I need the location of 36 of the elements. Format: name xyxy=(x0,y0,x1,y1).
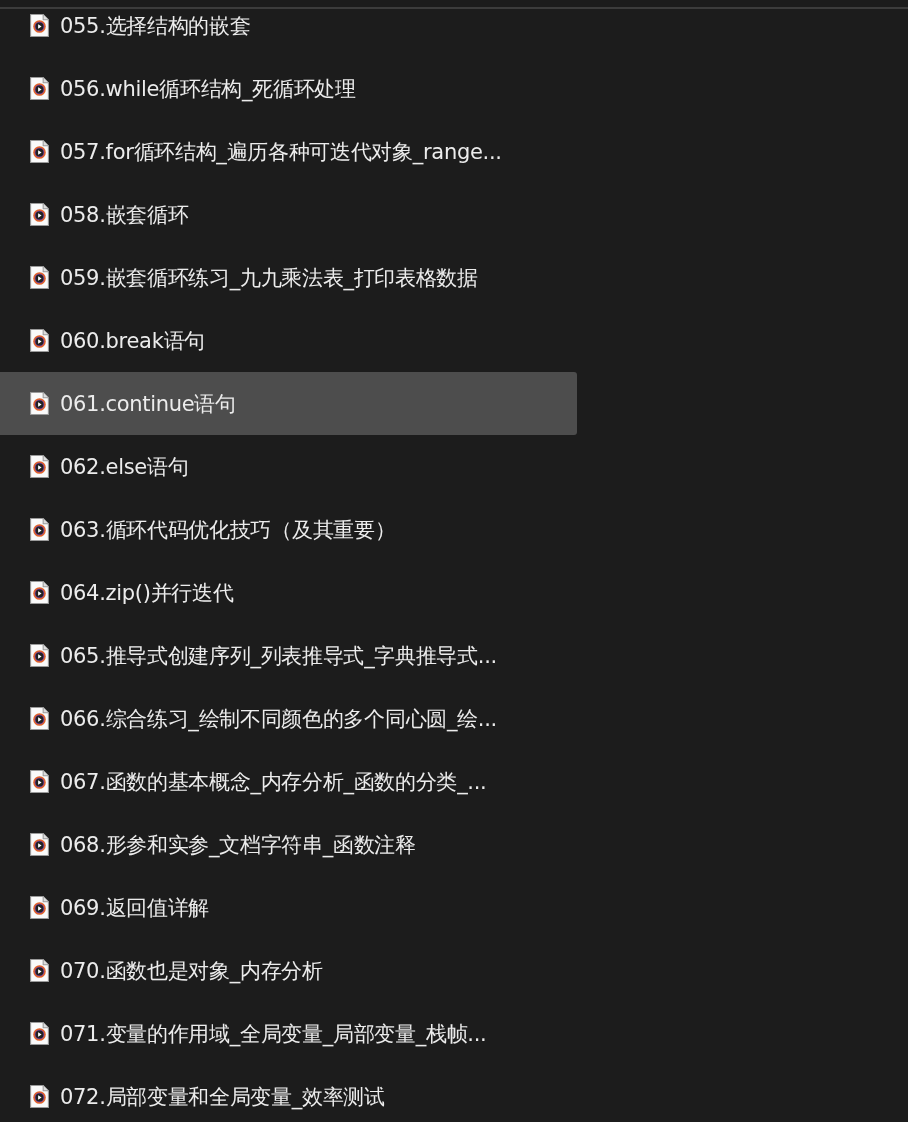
video-file-icon xyxy=(30,329,49,352)
video-file-icon xyxy=(30,140,49,163)
video-file-icon xyxy=(30,77,49,100)
file-item[interactable]: 063.循环代码优化技巧（及其重要） xyxy=(0,498,577,561)
file-item[interactable]: 061.continue语句 xyxy=(0,372,577,435)
video-file-icon xyxy=(30,1085,49,1108)
file-item[interactable]: 071.变量的作用域_全局变量_局部变量_栈帧... xyxy=(0,1002,577,1065)
video-file-icon xyxy=(30,266,49,289)
video-file-icon xyxy=(30,392,49,415)
video-file-icon xyxy=(30,203,49,226)
file-item[interactable]: 058.嵌套循环 xyxy=(0,183,577,246)
video-file-icon xyxy=(30,896,49,919)
file-item[interactable]: 055.选择结构的嵌套 xyxy=(0,0,577,57)
file-item[interactable]: 059.嵌套循环练习_九九乘法表_打印表格数据 xyxy=(0,246,577,309)
video-file-icon xyxy=(30,833,49,856)
file-item[interactable]: 072.局部变量和全局变量_效率测试 xyxy=(0,1065,577,1122)
video-file-icon xyxy=(30,14,49,37)
video-file-icon xyxy=(30,1022,49,1045)
video-file-icon xyxy=(30,644,49,667)
file-item[interactable]: 065.推导式创建序列_列表推导式_字典推导式... xyxy=(0,624,577,687)
file-item[interactable]: 070.函数也是对象_内存分析 xyxy=(0,939,577,1002)
file-item[interactable]: 066.综合练习_绘制不同颜色的多个同心圆_绘... xyxy=(0,687,577,750)
video-file-icon xyxy=(30,455,49,478)
file-item[interactable]: 068.形参和实参_文档字符串_函数注释 xyxy=(0,813,577,876)
video-file-icon xyxy=(30,959,49,982)
file-item[interactable]: 056.while循环结构_死循环处理 xyxy=(0,57,577,120)
file-item[interactable]: 067.函数的基本概念_内存分析_函数的分类_... xyxy=(0,750,577,813)
video-file-icon xyxy=(30,770,49,793)
file-item[interactable]: 057.for循环结构_遍历各种可迭代对象_range... xyxy=(0,120,577,183)
file-item[interactable]: 069.返回值详解 xyxy=(0,876,577,939)
file-item[interactable]: 060.break语句 xyxy=(0,309,577,372)
video-file-icon xyxy=(30,581,49,604)
file-item[interactable]: 064.zip()并行迭代 xyxy=(0,561,577,624)
video-file-icon xyxy=(30,518,49,541)
video-file-icon xyxy=(30,707,49,730)
file-item[interactable]: 062.else语句 xyxy=(0,435,577,498)
